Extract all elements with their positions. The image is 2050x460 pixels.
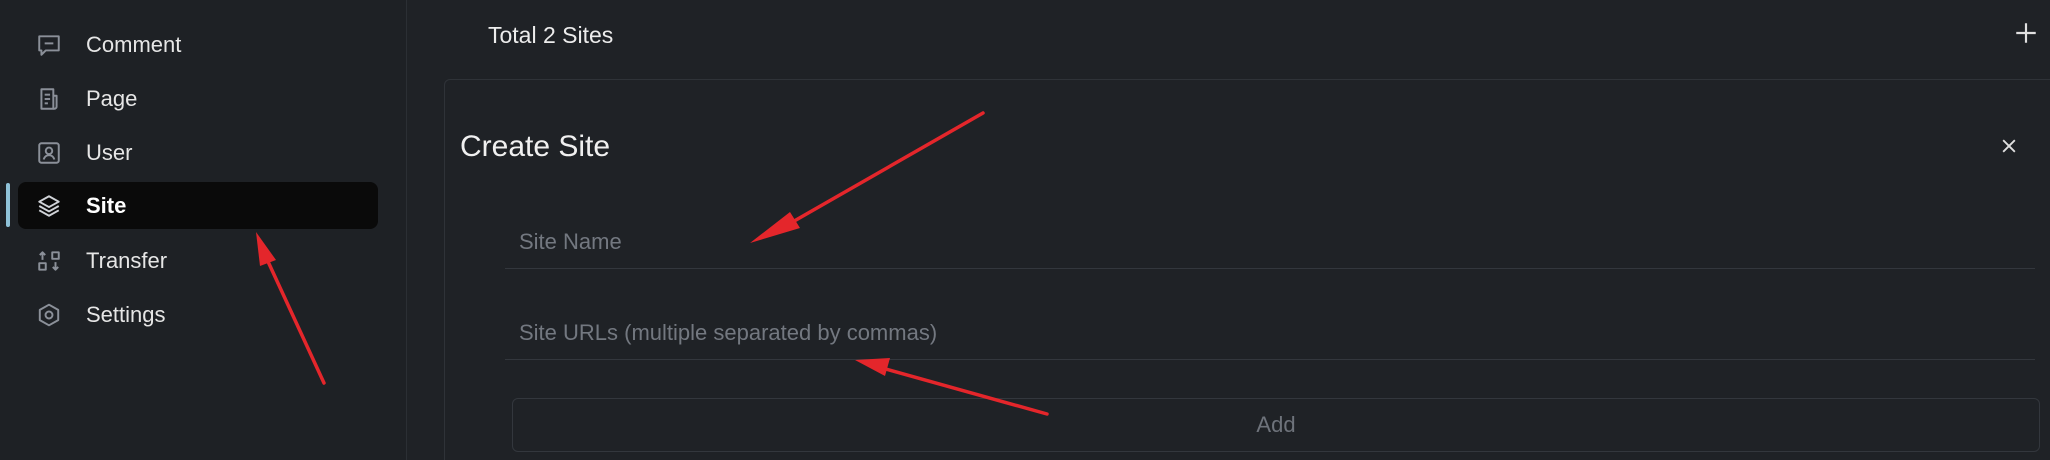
create-site-title: Create Site <box>460 130 611 163</box>
site-count-title: Total 2 Sites <box>488 22 614 48</box>
plus-icon <box>2013 20 2039 51</box>
page-icon <box>36 86 62 112</box>
sidebar-item-label: Settings <box>86 301 166 327</box>
sidebar-item-user[interactable]: User <box>18 129 378 176</box>
add-button[interactable]: Add <box>512 398 2040 452</box>
transfer-icon <box>36 248 62 274</box>
user-icon <box>36 140 62 166</box>
site-urls-input[interactable] <box>505 306 2035 359</box>
sidebar-item-transfer[interactable]: Transfer <box>18 237 378 284</box>
close-icon <box>1999 136 2019 161</box>
sidebar: Comment Page User Site Transfer Settings <box>0 0 407 460</box>
sidebar-item-page[interactable]: Page <box>18 75 378 122</box>
sidebar-item-label: Transfer <box>86 247 168 273</box>
add-site-button[interactable] <box>2008 17 2044 53</box>
sidebar-item-label: Page <box>86 85 138 111</box>
active-indicator <box>6 183 10 227</box>
sidebar-item-site[interactable]: Site <box>18 182 378 229</box>
close-button[interactable] <box>1995 134 2023 162</box>
site-urls-field <box>505 306 2035 360</box>
site-name-field <box>505 215 2035 269</box>
app-window: Comment Page User Site Transfer Settings… <box>0 0 2050 460</box>
sidebar-item-settings[interactable]: Settings <box>18 291 378 338</box>
sidebar-item-label: Comment <box>86 31 182 57</box>
site-name-input[interactable] <box>505 215 2035 268</box>
sidebar-item-label: User <box>86 139 133 165</box>
sidebar-item-label: Site <box>86 192 127 218</box>
sidebar-item-comment[interactable]: Comment <box>18 21 378 68</box>
comment-icon <box>36 32 62 58</box>
layers-icon <box>36 193 62 219</box>
settings-icon <box>36 302 62 328</box>
